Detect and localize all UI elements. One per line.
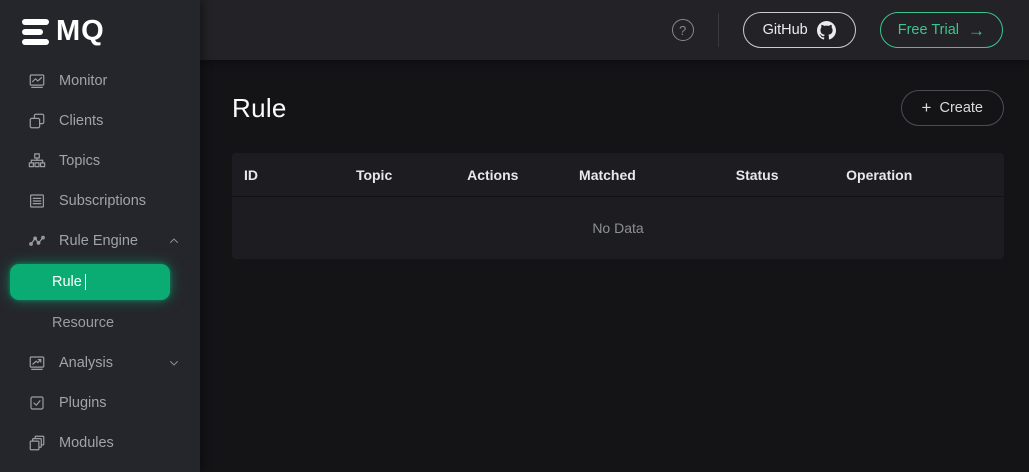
sidebar-item-label: Analysis <box>59 355 113 371</box>
sidebar-item-label: Modules <box>59 435 114 451</box>
sidebar-item-label: Rule <box>52 274 82 290</box>
topics-icon <box>28 152 46 170</box>
rule-engine-icon <box>28 232 46 250</box>
sidebar-item-plugins[interactable]: Plugins <box>0 383 200 423</box>
page-title: Rule <box>232 93 287 124</box>
create-button-label: Create <box>939 100 983 116</box>
help-icon[interactable]: ? <box>672 19 694 41</box>
table-header-row: ID Topic Actions Matched Status Operatio… <box>232 153 1004 197</box>
analysis-icon <box>28 354 46 372</box>
sidebar-item-topics[interactable]: Topics <box>0 141 200 181</box>
sidebar-menu: Monitor Clients Topics Subscriptions <box>0 59 200 463</box>
column-header-operation: Operation <box>834 167 1004 183</box>
free-trial-label: Free Trial <box>898 22 959 38</box>
no-data-text: No Data <box>592 220 643 236</box>
sidebar-item-rule-engine[interactable]: Rule Engine <box>0 221 200 261</box>
github-button-label: GitHub <box>763 22 808 38</box>
create-button[interactable]: + Create <box>901 90 1004 126</box>
plus-icon: + <box>922 98 932 118</box>
sidebar-item-label: Subscriptions <box>59 193 146 209</box>
sidebar-item-label: Resource <box>52 315 114 331</box>
modules-icon <box>28 434 46 452</box>
sidebar-item-resource[interactable]: Resource <box>0 303 200 343</box>
chevron-up-icon <box>168 235 180 247</box>
monitor-icon <box>28 72 46 90</box>
column-header-status: Status <box>724 167 834 183</box>
github-button[interactable]: GitHub <box>743 12 856 48</box>
subscriptions-icon <box>28 192 46 210</box>
chevron-down-icon <box>168 357 180 369</box>
sidebar-item-label: Monitor <box>59 73 107 89</box>
text-cursor <box>85 274 87 290</box>
sidebar-item-label: Plugins <box>59 395 107 411</box>
github-octocat-icon <box>817 21 836 40</box>
sidebar: MQ Monitor Clients Topics <box>0 0 200 472</box>
clients-icon <box>28 112 46 130</box>
column-header-actions: Actions <box>455 167 567 183</box>
sidebar-item-subscriptions[interactable]: Subscriptions <box>0 181 200 221</box>
sidebar-item-clients[interactable]: Clients <box>0 101 200 141</box>
sidebar-item-modules[interactable]: Modules <box>0 423 200 463</box>
rules-table: ID Topic Actions Matched Status Operatio… <box>232 153 1004 259</box>
header-divider <box>718 13 719 47</box>
main-content: Rule + Create ID Topic Actions Matched S… <box>200 60 1029 472</box>
arrow-right-icon: → <box>968 22 985 39</box>
table-empty-state: No Data <box>232 197 1004 259</box>
free-trial-button[interactable]: Free Trial → <box>880 12 1003 48</box>
emq-logo-text: MQ <box>56 17 105 46</box>
sidebar-item-monitor[interactable]: Monitor <box>0 61 200 101</box>
sidebar-item-analysis[interactable]: Analysis <box>0 343 200 383</box>
sidebar-item-rule[interactable]: Rule <box>10 264 170 300</box>
emq-logo[interactable]: MQ <box>0 0 200 59</box>
app-window: MQ Monitor Clients Topics <box>0 0 1029 472</box>
top-header: ? GitHub Free Trial → <box>200 0 1029 60</box>
sidebar-item-label: Topics <box>59 153 100 169</box>
emq-logo-mark <box>22 19 49 45</box>
sidebar-item-label: Rule Engine <box>59 233 138 249</box>
column-header-matched: Matched <box>567 167 724 183</box>
column-header-id: ID <box>232 167 344 183</box>
column-header-topic: Topic <box>344 167 455 183</box>
plugins-icon <box>28 394 46 412</box>
sidebar-item-label: Clients <box>59 113 103 129</box>
